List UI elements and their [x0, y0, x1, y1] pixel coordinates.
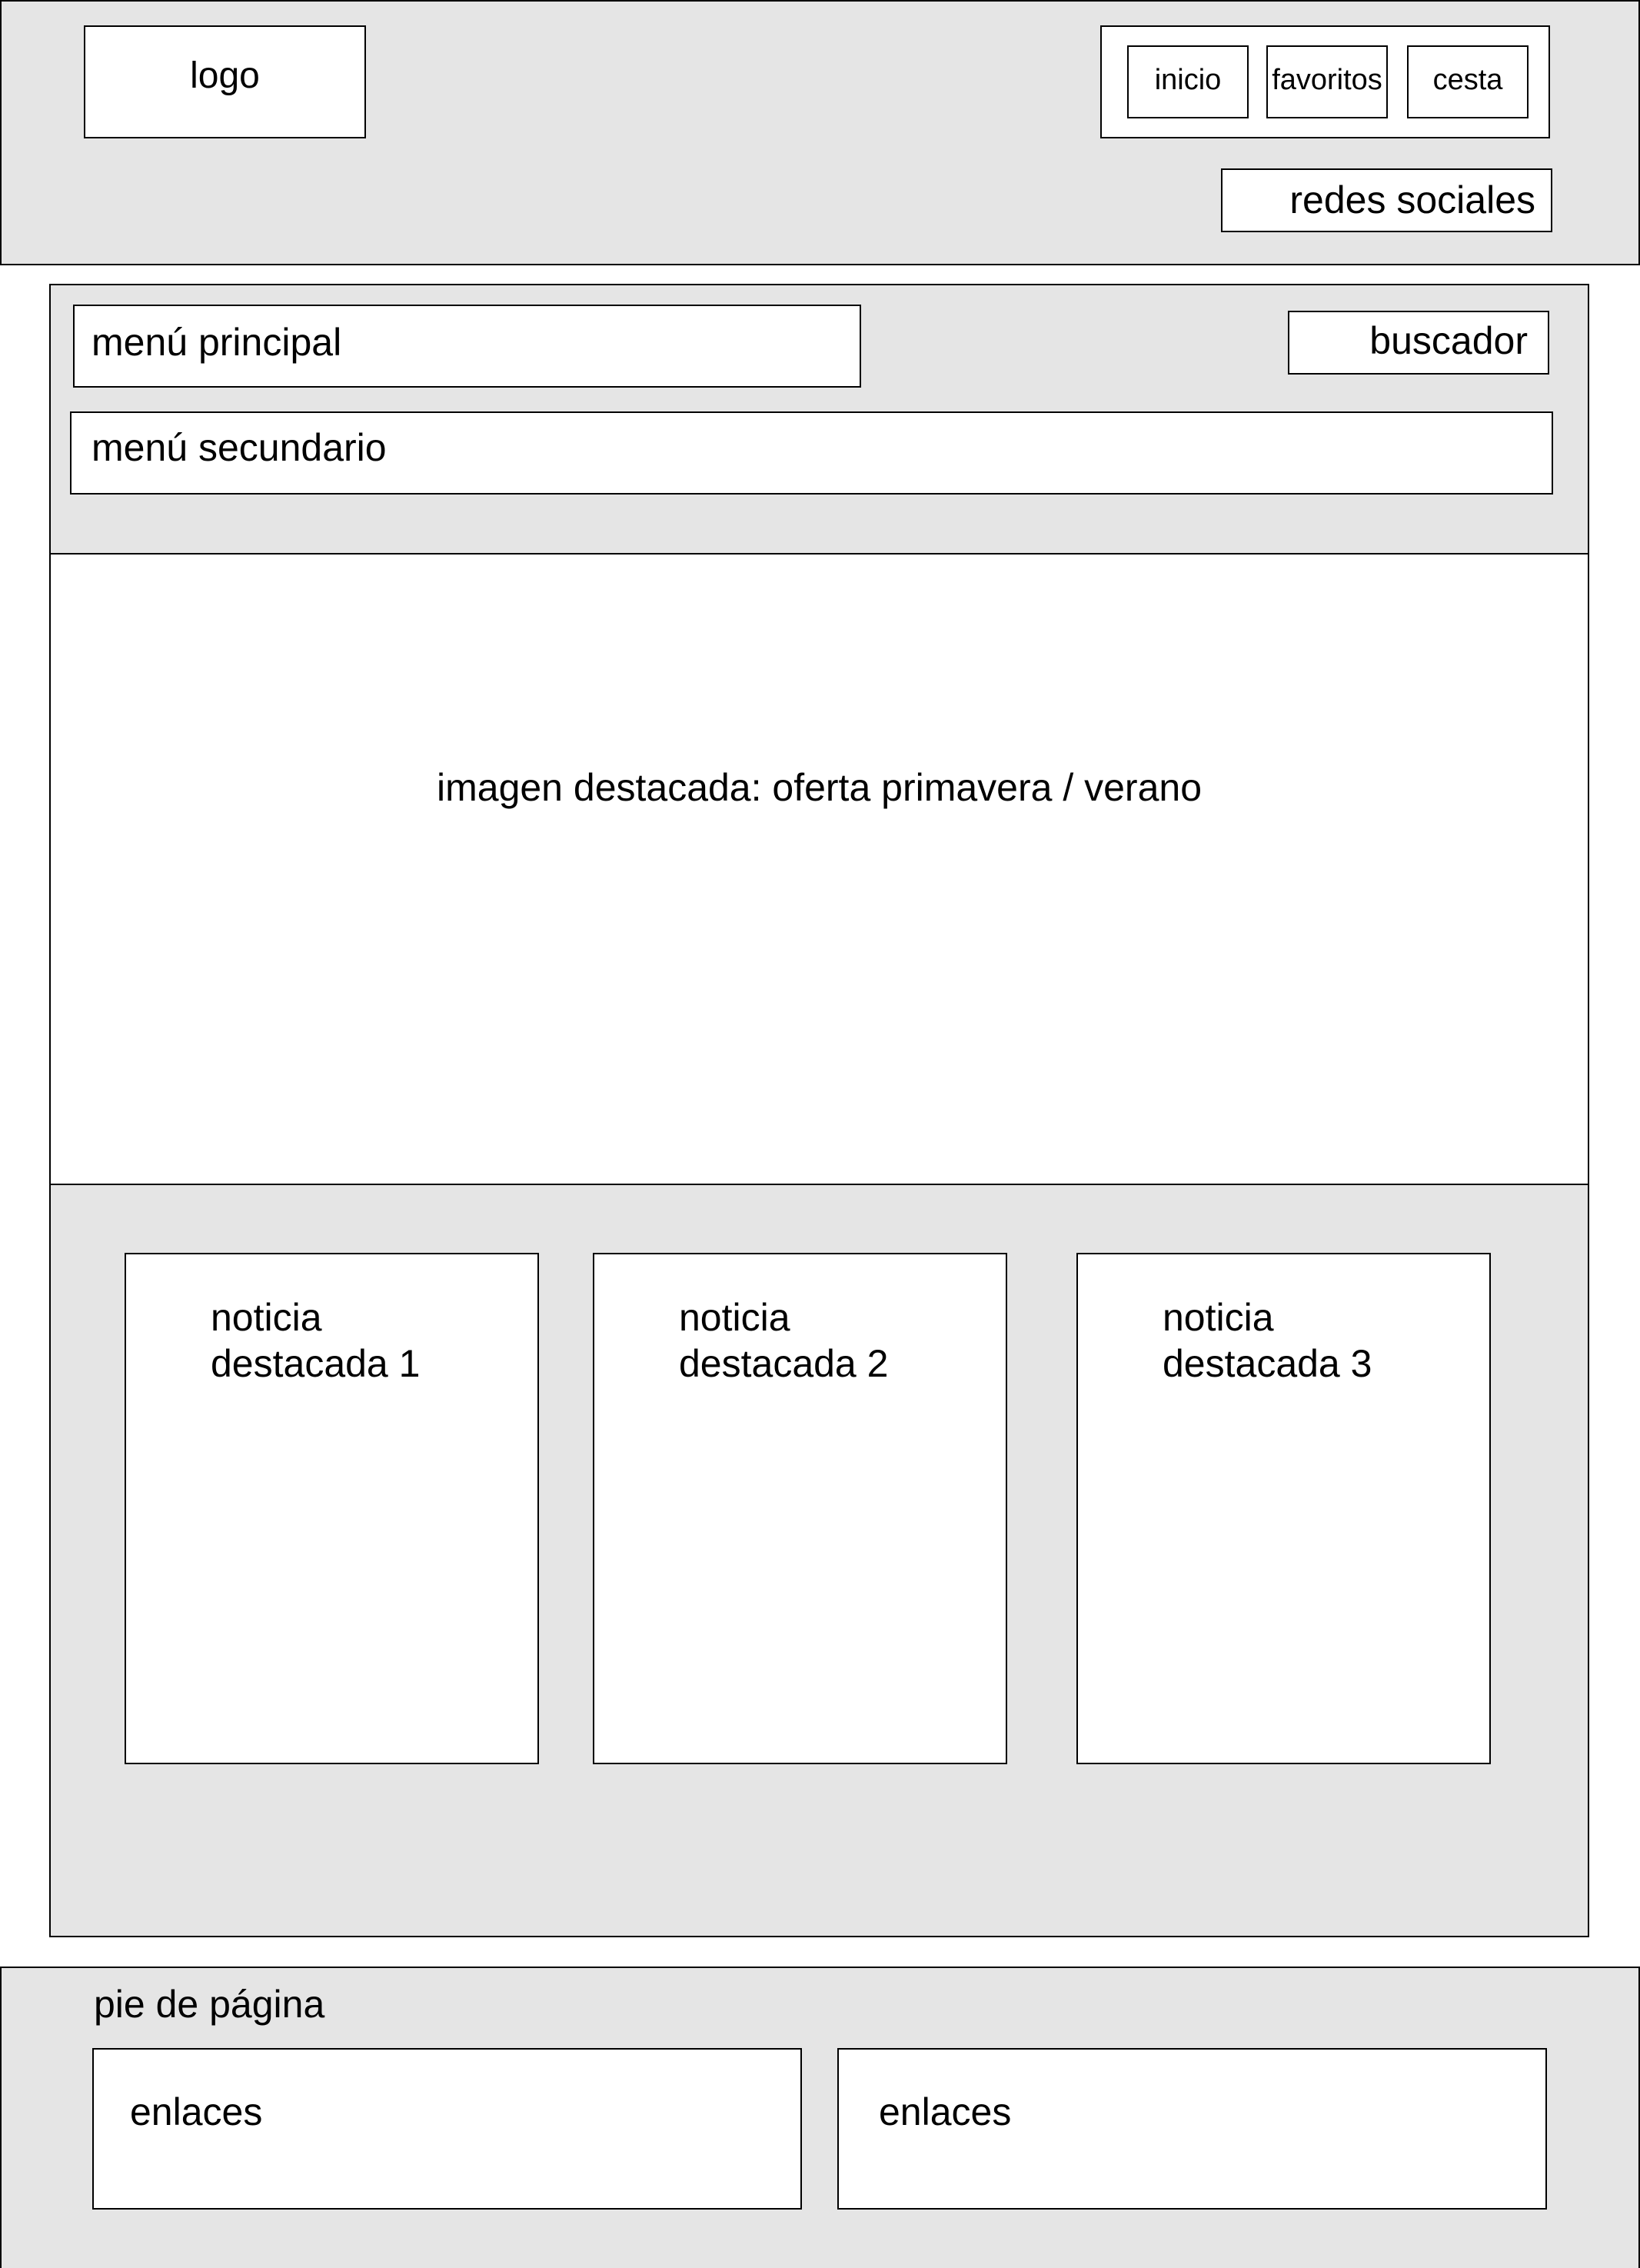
- news-card-2-label: noticia destacada 2: [679, 1296, 889, 1385]
- search-label: buscador: [1369, 319, 1528, 362]
- news-card-3[interactable]: noticia destacada 3: [1076, 1253, 1491, 1764]
- footer-links-1[interactable]: enlaces: [92, 2048, 802, 2210]
- main-container: menú principal buscador menú secundario …: [49, 284, 1589, 1937]
- social-label: redes sociales: [1289, 178, 1535, 221]
- footer-links-2-label: enlaces: [879, 2090, 1012, 2133]
- logo[interactable]: logo: [84, 25, 366, 138]
- news-card-3-label: noticia destacada 3: [1163, 1296, 1372, 1385]
- main-menu-label: menú principal: [91, 321, 342, 364]
- news-card-2[interactable]: noticia destacada 2: [593, 1253, 1007, 1764]
- logo-label: logo: [190, 55, 260, 96]
- secondary-menu[interactable]: menú secundario: [70, 411, 1553, 495]
- social-links[interactable]: redes sociales: [1221, 168, 1552, 232]
- main-menu[interactable]: menú principal: [73, 305, 861, 388]
- footer: pie de página enlaces enlaces: [0, 1967, 1640, 2268]
- secondary-menu-label: menú secundario: [91, 426, 387, 469]
- footer-title: pie de página: [94, 1983, 325, 2026]
- news-card-1-label: noticia destacada 1: [211, 1296, 421, 1385]
- top-header: logo inicio favoritos cesta redes social…: [0, 0, 1640, 265]
- news-card-1[interactable]: noticia destacada 1: [125, 1253, 539, 1764]
- cesta-label: cesta: [1432, 64, 1503, 96]
- footer-links-1-label: enlaces: [130, 2090, 263, 2133]
- search-box[interactable]: buscador: [1288, 311, 1549, 375]
- cesta-button[interactable]: cesta: [1407, 45, 1529, 118]
- top-nav: inicio favoritos cesta: [1100, 25, 1550, 138]
- footer-links-2[interactable]: enlaces: [837, 2048, 1547, 2210]
- hero-image[interactable]: imagen destacada: oferta primavera / ver…: [49, 553, 1589, 1185]
- favoritos-label: favoritos: [1272, 64, 1382, 96]
- inicio-button[interactable]: inicio: [1127, 45, 1249, 118]
- hero-label: imagen destacada: oferta primavera / ver…: [437, 766, 1202, 809]
- favoritos-button[interactable]: favoritos: [1266, 45, 1388, 118]
- inicio-label: inicio: [1154, 64, 1222, 96]
